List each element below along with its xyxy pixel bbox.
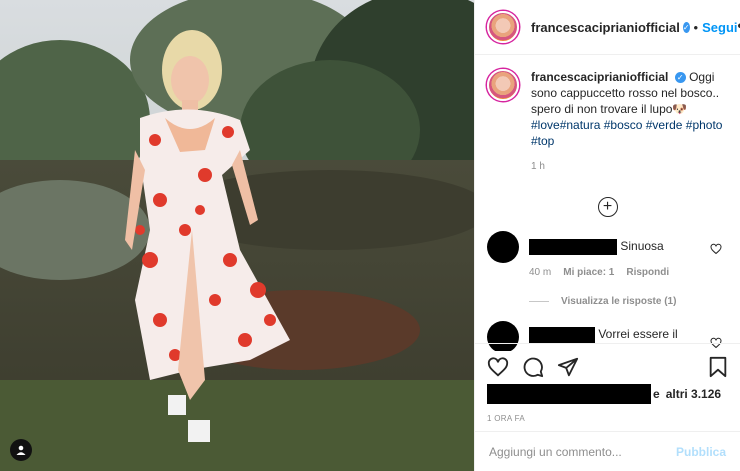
photo-image — [0, 0, 474, 471]
likes-row: e altri 3.126 — [475, 378, 740, 404]
load-more-comments-button[interactable]: + — [597, 197, 618, 217]
comment-text: Vorrei essere il — [598, 327, 678, 342]
caption-username[interactable]: francescaciprianiofficial — [531, 70, 668, 84]
publish-button[interactable]: Pubblica — [676, 445, 726, 459]
comment-text: Sinuosa — [620, 239, 664, 254]
follow-button[interactable]: Segui — [702, 20, 737, 35]
heart-icon[interactable] — [487, 356, 509, 378]
caption: francescaciprianiofficial ✓ Oggi sono ca… — [475, 55, 740, 175]
separator-dot: • — [693, 19, 699, 35]
verified-badge-icon: ✓ — [674, 72, 686, 84]
heart-icon[interactable] — [710, 243, 722, 255]
post-time: 1 ORA FA — [487, 414, 525, 423]
instagram-post: francescaciprianiofficial ✓ • Segui ••• … — [0, 0, 740, 471]
header-username[interactable]: francescaciprianiofficial — [531, 20, 680, 35]
comment-likes[interactable]: Mi piace: 1 — [563, 267, 614, 278]
likes-joiner: e — [653, 387, 660, 401]
comment-input[interactable] — [489, 444, 676, 459]
bookmark-icon[interactable] — [708, 356, 728, 378]
view-replies-button[interactable]: Visualizza le risposte (1) — [529, 296, 740, 307]
verified-badge-icon: ✓ — [682, 21, 690, 33]
post-header: francescaciprianiofficial ✓ • Segui ••• — [475, 0, 740, 55]
redacted-likers — [487, 384, 651, 404]
post-photo[interactable] — [0, 0, 474, 471]
post-side-panel: francescaciprianiofficial ✓ • Segui ••• … — [474, 0, 740, 471]
redacted-username — [529, 239, 617, 255]
comment-age: 40 m — [529, 267, 552, 278]
share-icon[interactable] — [557, 356, 579, 378]
caption-time: 1 h — [531, 161, 545, 172]
add-comment-bar: Pubblica — [475, 431, 740, 471]
avatar[interactable] — [487, 11, 519, 43]
comment-item: Sinuosa 40 m Mi piace: 1 Rispondi — [475, 231, 740, 278]
reply-button[interactable]: Rispondi — [626, 267, 669, 278]
redacted-username — [529, 327, 595, 343]
comment-icon[interactable] — [522, 356, 544, 378]
avatar[interactable] — [487, 69, 519, 101]
person-tag-icon[interactable] — [10, 439, 32, 461]
avatar[interactable] — [487, 231, 519, 263]
hashtags[interactable]: #love#natura #bosco #verde #photo #top — [531, 117, 728, 149]
likes-count[interactable]: altri 3.126 — [666, 387, 721, 401]
